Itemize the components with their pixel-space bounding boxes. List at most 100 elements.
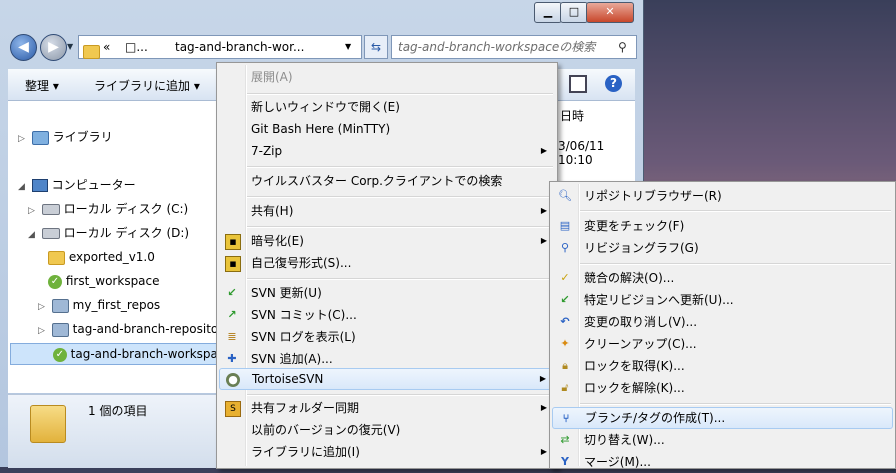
tree-item-drive-c[interactable]: ▷ ローカル ディスク (C:) xyxy=(28,199,188,219)
address-overflow-chevron[interactable]: « xyxy=(103,36,110,58)
menu-item-svn-log[interactable]: ≣ SVN ログを表示(L) xyxy=(219,326,555,348)
tortoise-icon: ● xyxy=(226,373,240,387)
menu-item-revert[interactable]: ↶ 変更の取り消し(V)... xyxy=(552,311,893,333)
menu-item-resolve-conflict[interactable]: ✓ 競合の解決(O)... xyxy=(552,267,893,289)
menu-item-merge[interactable]: Y マージ(M)... xyxy=(552,451,893,473)
chevron-down-icon[interactable]: ▼ xyxy=(345,36,351,58)
menu-item-label: 以前のバージョンの復元(V) xyxy=(251,423,401,437)
date-column-header[interactable]: 日時 xyxy=(560,107,584,124)
menu-item-release-lock[interactable]: 🔓︎ ロックを解除(K)... xyxy=(552,377,893,399)
menu-item-check-modifications[interactable]: ▤ 変更をチェック(F) xyxy=(552,215,893,237)
submenu-arrow-icon: ▶ xyxy=(540,403,547,412)
update-revision-icon: ↙ xyxy=(560,293,570,306)
check-modifications-icon: ▤ xyxy=(559,219,571,232)
expand-arrow-icon[interactable]: ▷ xyxy=(38,297,48,317)
menu-item-label: SVN 追加(A)... xyxy=(251,352,333,366)
menu-item-share[interactable]: 共有(H) ▶ xyxy=(219,200,555,222)
expand-arrow-icon[interactable]: ▷ xyxy=(18,129,28,149)
collapse-arrow-icon[interactable]: ◢ xyxy=(18,177,28,197)
minimize-button[interactable]: ▁ xyxy=(534,2,562,23)
menu-separator xyxy=(247,394,553,396)
menu-item-label: クリーンアップ(C)... xyxy=(584,337,697,351)
menu-item-label: 新しいウィンドウで開く(E) xyxy=(251,100,400,114)
lock-icon: 🔒︎ xyxy=(562,359,568,372)
submenu-arrow-icon: ▶ xyxy=(540,236,547,245)
tree-item-first-workspace[interactable]: ✓ first_workspace xyxy=(48,271,160,291)
sync-icon: S xyxy=(225,401,241,417)
menu-item-expand[interactable]: 展開(A) xyxy=(219,66,555,88)
computer-icon xyxy=(31,179,48,192)
menu-item-svn-commit[interactable]: ↗ SVN コミット(C)... xyxy=(219,304,555,326)
tree-item-tag-and-branch-workspace[interactable]: ✓ tag-and-branch-workspac xyxy=(10,343,224,365)
selection-count: 1 個の項目 xyxy=(88,404,148,418)
tree-item-tag-and-branch-repository[interactable]: ▷ tag-and-branch-repositor xyxy=(38,319,223,339)
lock-icon: ▪ xyxy=(225,256,241,272)
search-input[interactable]: tag-and-branch-workspaceの検索 ⚲ xyxy=(391,35,637,59)
address-crumb-current[interactable]: tag-and-branch-wor... xyxy=(175,36,304,58)
help-icon[interactable]: ? xyxy=(605,75,622,92)
menu-item-repo-browser[interactable]: 🔍︎ リポジトリブラウザー(R) xyxy=(552,185,893,207)
tree-item-exported[interactable]: exported_v1.0 xyxy=(48,247,155,267)
menu-item-restore-previous[interactable]: 以前のバージョンの復元(V) xyxy=(219,419,555,441)
tree-label: ローカル ディスク (D:) xyxy=(63,226,190,240)
menu-item-label: 7-Zip xyxy=(251,144,283,158)
search-icon[interactable]: ⚲ xyxy=(618,36,627,58)
back-button[interactable]: ◀ xyxy=(10,34,37,61)
menu-item-tortoisesvn[interactable]: ● TortoiseSVN ▶ xyxy=(219,368,555,390)
recent-pages-dropdown-icon[interactable]: ▼ xyxy=(67,42,73,51)
expand-arrow-icon[interactable]: ▷ xyxy=(38,321,48,341)
cleanup-icon: ✦ xyxy=(560,337,570,350)
menu-item-svn-add[interactable]: ✚ SVN 追加(A)... xyxy=(219,348,555,370)
menu-item-git-bash[interactable]: Git Bash Here (MinTTY) xyxy=(219,118,555,140)
svn-commit-icon: ↗ xyxy=(227,308,237,321)
menu-item-revision-graph[interactable]: ⚲ リビジョングラフ(G) xyxy=(552,237,893,259)
menu-item-open-new-window[interactable]: 新しいウィンドウで開く(E) xyxy=(219,96,555,118)
menu-item-update-to-revision[interactable]: ↙ 特定リビジョンへ更新(U)... xyxy=(552,289,893,311)
address-bar[interactable]: « □... tag-and-branch-wor... ▼ xyxy=(78,35,362,59)
menu-item-7zip[interactable]: 7-Zip ▶ xyxy=(219,140,555,162)
close-button[interactable]: ✕ xyxy=(586,2,634,23)
menu-item-label: 暗号化(E) xyxy=(251,234,304,248)
menu-item-label: ウイルスバスター Corp.クライアントでの検索 xyxy=(251,174,503,188)
drive-icon xyxy=(41,204,60,215)
svn-folder-icon: ✓ xyxy=(52,347,67,362)
tree-label: tag-and-branch-repositor xyxy=(72,322,224,336)
maximize-button[interactable]: □ xyxy=(560,2,588,23)
organize-button[interactable]: 整理 ▾ xyxy=(25,77,59,94)
menu-item-label: ライブラリに追加(I) xyxy=(251,445,360,459)
menu-item-self-decrypt[interactable]: ▪ 自己復号形式(S)... xyxy=(219,252,555,274)
forward-button[interactable]: ▶ xyxy=(40,34,67,61)
menu-separator xyxy=(580,210,891,212)
menu-item-switch[interactable]: ⇄ 切り替え(W)... xyxy=(552,429,893,451)
submenu-arrow-icon: ▶ xyxy=(540,447,547,456)
library-icon xyxy=(31,130,49,145)
unlock-icon: 🔓︎ xyxy=(561,381,569,394)
menu-item-get-lock[interactable]: 🔒︎ ロックを取得(K)... xyxy=(552,355,893,377)
menu-item-add-to-library[interactable]: ライブラリに追加(I) ▶ xyxy=(219,441,555,463)
menu-item-label: ロックを解除(K)... xyxy=(584,381,685,395)
tortoisesvn-submenu: 🔍︎ リポジトリブラウザー(R) ▤ 変更をチェック(F) ⚲ リビジョングラフ(G)… xyxy=(549,181,896,469)
tree-item-library[interactable]: ▷ ライブラリ xyxy=(18,127,113,147)
expand-arrow-icon[interactable]: ▷ xyxy=(28,201,38,221)
menu-item-label: 展開(A) xyxy=(251,70,293,84)
menu-item-label: SVN ログを表示(L) xyxy=(251,330,356,344)
menu-item-cleanup[interactable]: ✦ クリーンアップ(C)... xyxy=(552,333,893,355)
switch-icon: ⇄ xyxy=(560,433,570,446)
menu-item-encrypt[interactable]: ▪ 暗号化(E) ▶ xyxy=(219,230,555,252)
tree-item-computer[interactable]: ◢ コンピューター xyxy=(18,175,136,195)
menu-item-label: 共有(H) xyxy=(251,204,294,218)
menu-item-svn-update[interactable]: ↙ SVN 更新(U) xyxy=(219,282,555,304)
tree-item-drive-d[interactable]: ◢ ローカル ディスク (D:) xyxy=(28,223,189,243)
context-menu: 展開(A) 新しいウィンドウで開く(E) Git Bash Here (MinT… xyxy=(216,62,558,469)
menu-item-virusbuster-scan[interactable]: ウイルスバスター Corp.クライアントでの検索 xyxy=(219,170,555,192)
resolve-icon: ✓ xyxy=(560,271,570,284)
menu-item-branch-tag[interactable]: ⑂ ブランチ/タグの作成(T)... xyxy=(552,407,893,429)
add-to-library-button[interactable]: ライブラリに追加 ▾ xyxy=(94,77,200,94)
menu-item-shared-folder-sync[interactable]: S 共有フォルダー同期 ▶ xyxy=(219,397,555,419)
refresh-button[interactable]: ⇆ xyxy=(364,35,388,59)
address-crumb-hidden[interactable]: □... xyxy=(125,36,148,58)
menu-separator xyxy=(247,166,553,168)
collapse-arrow-icon[interactable]: ◢ xyxy=(28,225,38,245)
preview-pane-icon[interactable] xyxy=(569,75,587,93)
tree-item-my-first-repos[interactable]: ▷ my_first_repos xyxy=(38,295,160,315)
